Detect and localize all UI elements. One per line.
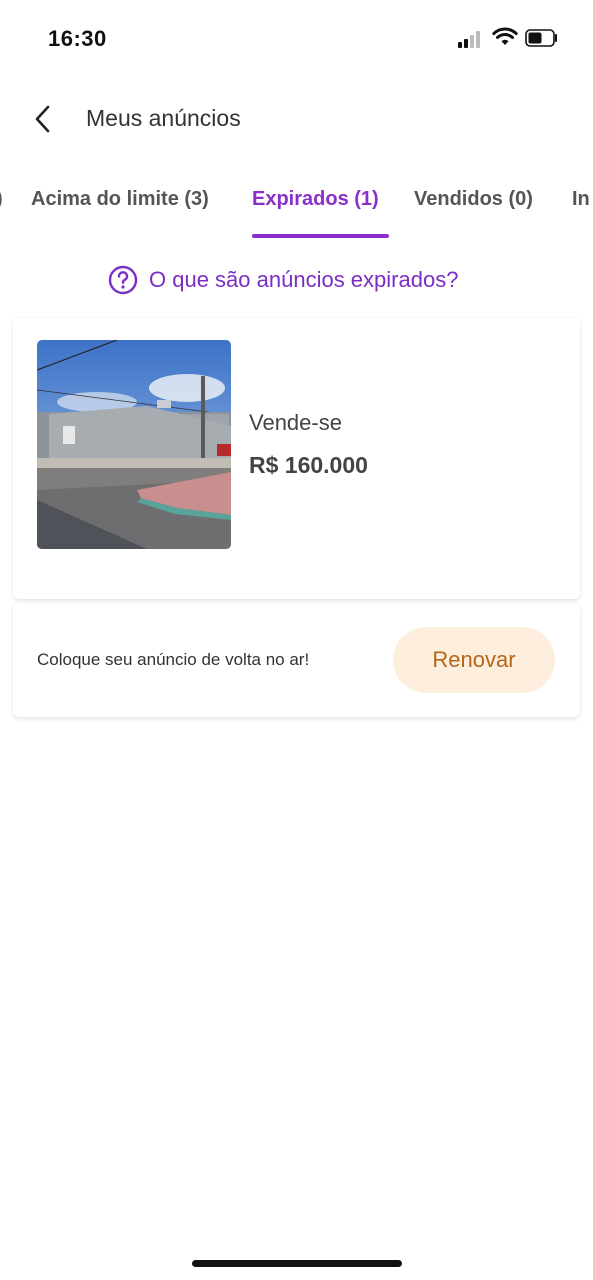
renew-button[interactable]: Renovar (393, 627, 555, 693)
tab-expirados[interactable]: Expirados (1) (252, 188, 379, 211)
header: Meus anúncios (0, 90, 593, 146)
tab-bar: ) Acima do limite (3) Expirados (1) Vend… (0, 178, 593, 240)
listing-title: Vende-se (249, 410, 342, 435)
listing-card[interactable]: Vende-se R$ 160.000 (13, 318, 580, 599)
cellular-signal-icon (458, 30, 486, 48)
wifi-icon (492, 27, 518, 45)
tab-partial-right[interactable]: In (572, 188, 590, 211)
status-bar: 16:30 (0, 0, 593, 78)
battery-icon (525, 29, 557, 47)
help-link[interactable]: O que são anúncios expirados? (108, 262, 458, 298)
listing-price: R$ 160.000 (249, 452, 368, 478)
house-photo (37, 340, 231, 549)
tab-acima-do-limite[interactable]: Acima do limite (3) (31, 188, 209, 211)
tab-partial-left[interactable]: ) (0, 188, 3, 211)
renew-card: Coloque seu anúncio de volta no ar! Reno… (13, 603, 580, 717)
listing-photo[interactable] (37, 340, 231, 549)
active-tab-indicator (252, 234, 389, 238)
home-indicator[interactable] (192, 1260, 402, 1267)
tab-vendidos[interactable]: Vendidos (0) (414, 188, 533, 211)
screen: 16:30 Meus anúncios ) Acima do limite (3… (0, 0, 593, 1280)
renew-message: Coloque seu anúncio de volta no ar! (37, 650, 310, 669)
page-title: Meus anúncios (86, 105, 241, 131)
question-circle-icon (108, 265, 138, 295)
help-link-text: O que são anúncios expirados? (149, 267, 459, 292)
chevron-left-icon[interactable] (26, 102, 60, 136)
status-time: 16:30 (48, 26, 107, 51)
